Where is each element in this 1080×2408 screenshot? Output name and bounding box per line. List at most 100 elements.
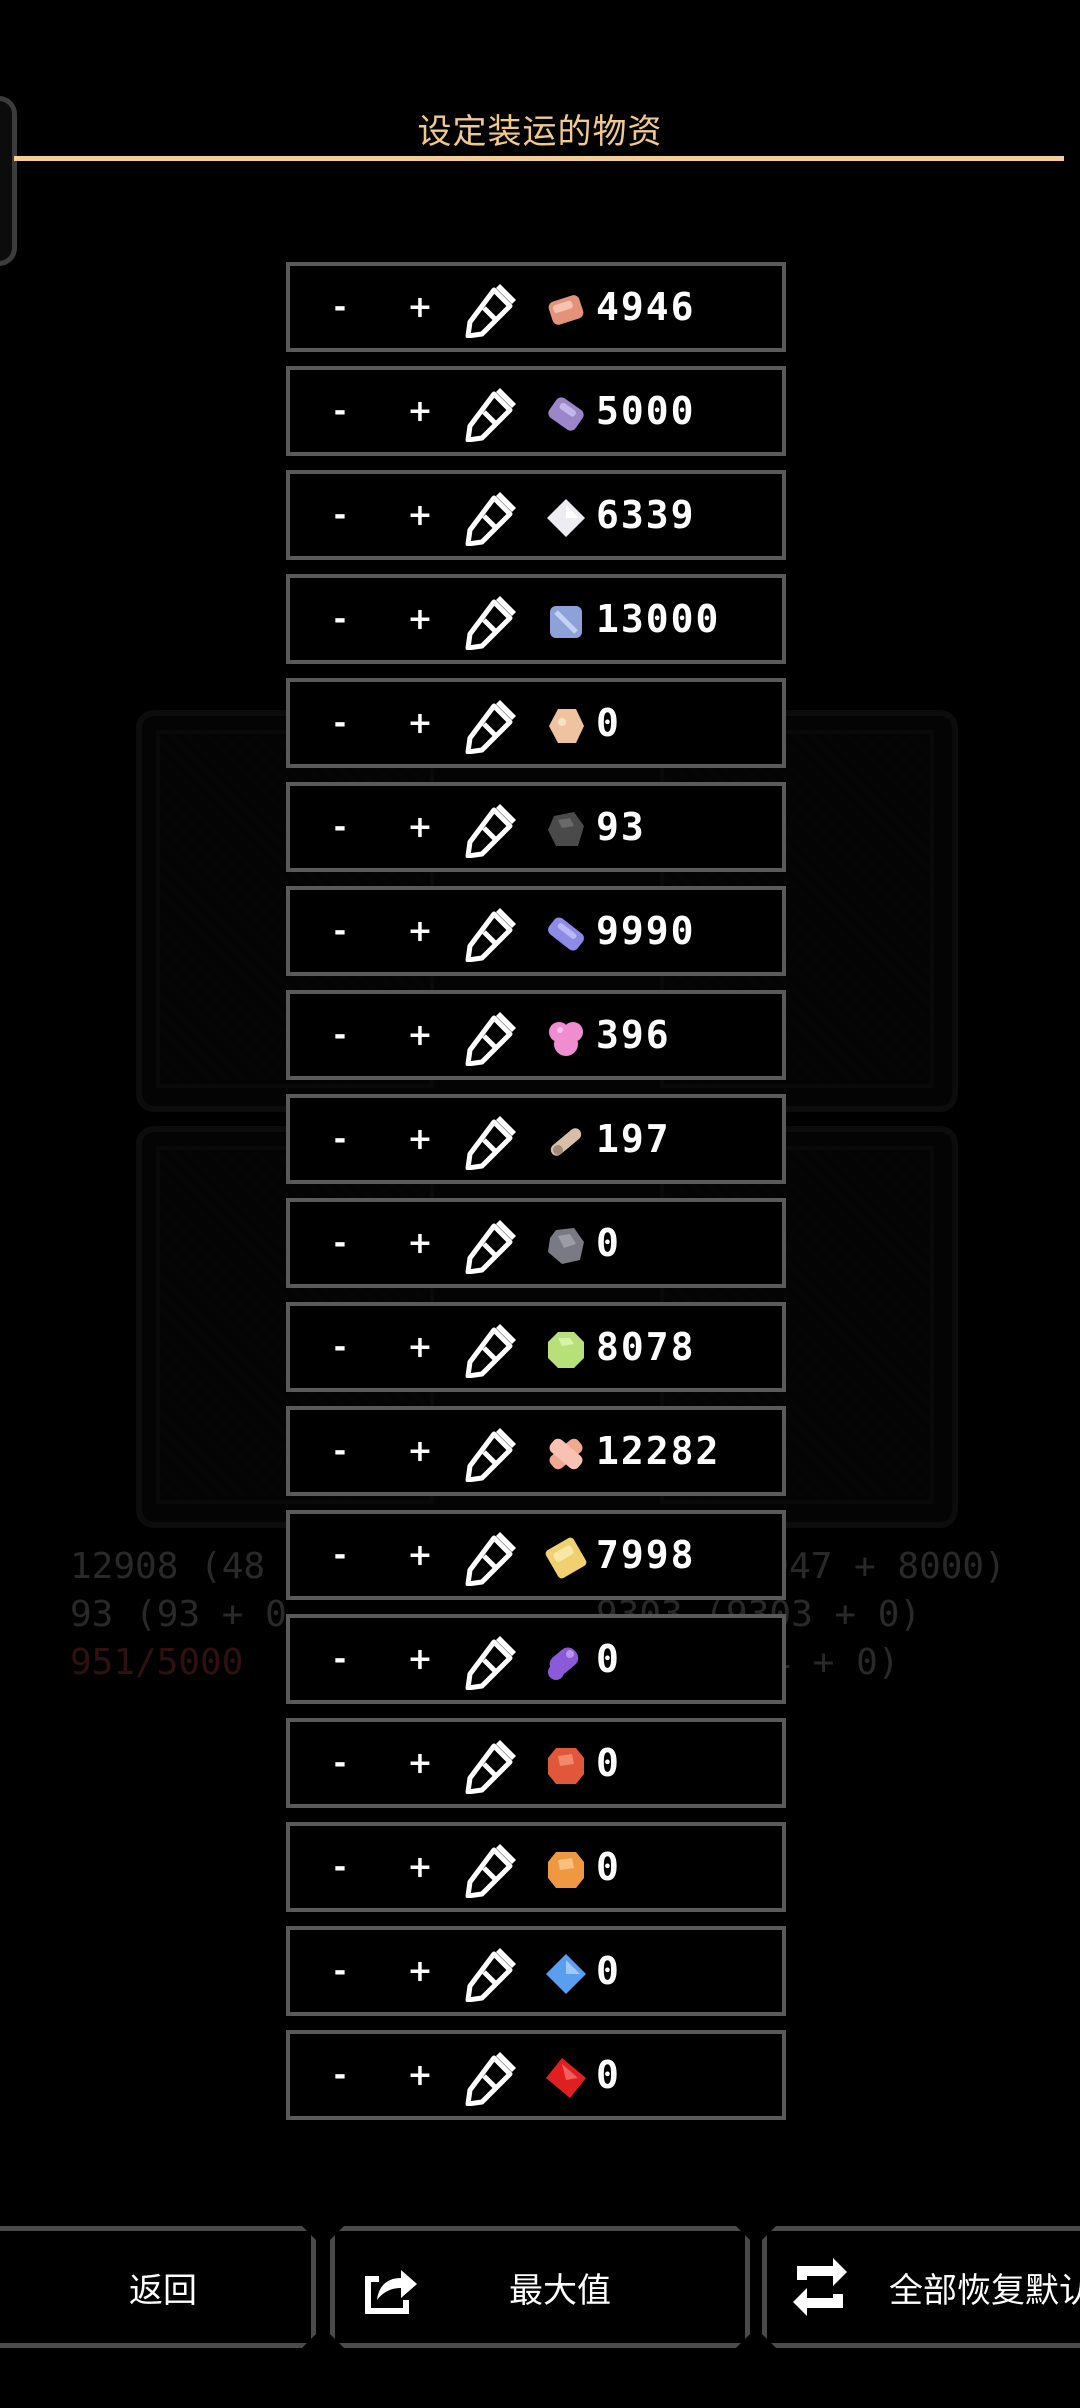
decrease-button[interactable]: - [312,682,368,764]
resource-amount: 0 [596,2053,621,2097]
pencil-icon[interactable] [462,2046,522,2106]
increase-button[interactable]: + [392,890,448,972]
pencil-icon[interactable] [462,278,522,338]
resource-amount: 0 [596,1741,621,1785]
increase-button[interactable]: + [392,1410,448,1492]
resource-row: - +4946 [286,262,786,352]
decrease-button[interactable]: - [312,890,368,972]
pencil-icon[interactable] [462,902,522,962]
resource-amount: 0 [596,701,621,745]
pencil-icon[interactable] [462,590,522,650]
decrease-button[interactable]: - [312,1722,368,1804]
increase-button[interactable]: + [392,786,448,868]
blast-compound-icon [548,1748,584,1784]
pencil-icon[interactable] [462,1942,522,2002]
share-icon [357,2254,423,2320]
increase-button[interactable]: + [392,474,448,556]
pencil-icon[interactable] [462,694,522,754]
back-button[interactable]: 返回 [0,2226,316,2348]
sand-icon [549,709,584,743]
resource-amount: 8078 [596,1325,696,1369]
resource-amount: 93 [596,805,646,849]
increase-button[interactable]: + [392,370,448,452]
resource-row: - +6339 [286,470,786,560]
increase-button[interactable]: + [392,1514,448,1596]
decrease-button[interactable]: - [312,786,368,868]
resource-amount: 7998 [596,1533,696,1577]
decrease-button[interactable]: - [312,994,368,1076]
resource-amount: 396 [596,1013,671,1057]
pencil-icon[interactable] [462,382,522,442]
decrease-button[interactable]: - [312,1410,368,1492]
pencil-icon[interactable] [462,1838,522,1898]
increase-button[interactable]: + [392,578,448,660]
decrease-button[interactable]: - [312,474,368,556]
increase-button[interactable]: + [392,1930,448,2012]
resource-row: - +12282 [286,1406,786,1496]
copper-ore-icon [548,295,584,325]
decrease-button[interactable]: - [312,1202,368,1284]
resource-amount: 13000 [596,597,721,641]
pencil-icon[interactable] [462,1526,522,1586]
decrease-button[interactable]: - [312,1930,368,2012]
pencil-icon[interactable] [462,486,522,546]
max-button-label: 最大值 [509,2270,611,2311]
decrease-button[interactable]: - [312,578,368,660]
decrease-button[interactable]: - [312,370,368,452]
resource-amount: 0 [596,1949,621,1993]
pencil-icon[interactable] [462,1734,522,1794]
resource-row: - +5000 [286,366,786,456]
decrease-button[interactable]: - [312,1514,368,1596]
resource-row: - +7998 [286,1510,786,1600]
resource-list: - +4946- +5000- +6339- +13000- +0- +93- +9990- +… [286,262,794,2134]
increase-button[interactable]: + [392,1618,448,1700]
reset-all-button-label: 全部恢复默认 [889,2270,1080,2311]
resource-row: - +0 [286,2030,786,2120]
phase-fabric-icon [548,1647,579,1680]
decrease-button[interactable]: - [312,2034,368,2116]
refresh-icon [787,2254,853,2320]
titanium-icon [550,606,582,638]
increase-button[interactable]: + [392,1826,448,1908]
blue-crystal-icon [546,1954,586,1994]
plastanium-icon [548,917,584,951]
back-button-label: 返回 [129,2270,197,2311]
orange-crystal-icon [548,1852,584,1888]
red-crystal-icon [546,2058,586,2098]
resource-row: - +0 [286,1718,786,1808]
reset-all-button[interactable]: 全部恢复默认 [762,2226,1080,2348]
decrease-button[interactable]: - [312,1098,368,1180]
increase-button[interactable]: + [392,994,448,1076]
scrap-icon [548,1228,584,1264]
lead-bar-icon [548,397,584,431]
increase-button[interactable]: + [392,1306,448,1388]
pencil-icon[interactable] [462,1214,522,1274]
pencil-icon[interactable] [462,798,522,858]
resource-amount: 6339 [596,493,696,537]
decrease-button[interactable]: - [312,266,368,348]
pencil-icon[interactable] [462,1318,522,1378]
decrease-button[interactable]: - [312,1306,368,1388]
increase-button[interactable]: + [392,1722,448,1804]
pencil-icon[interactable] [462,1422,522,1482]
dialog-title: 设定装运的物资 [417,112,663,152]
pyratite-icon [549,1438,583,1470]
resource-row: - +0 [286,1822,786,1912]
max-button[interactable]: 最大值 [330,2226,750,2348]
pencil-icon[interactable] [462,1110,522,1170]
resource-row: - +0 [286,1198,786,1288]
pencil-icon[interactable] [462,1006,522,1066]
resource-row: - +13000 [286,574,786,664]
decrease-button[interactable]: - [312,1826,368,1908]
surge-alloy-icon [545,1537,587,1579]
pencil-icon[interactable] [462,1630,522,1690]
increase-button[interactable]: + [392,682,448,764]
resource-amount: 4946 [596,285,696,329]
increase-button[interactable]: + [392,1202,448,1284]
increase-button[interactable]: + [392,266,448,348]
decrease-button[interactable]: - [312,1618,368,1700]
increase-button[interactable]: + [392,1098,448,1180]
resource-row: - +197 [286,1094,786,1184]
increase-button[interactable]: + [392,2034,448,2116]
resource-amount: 0 [596,1845,621,1889]
